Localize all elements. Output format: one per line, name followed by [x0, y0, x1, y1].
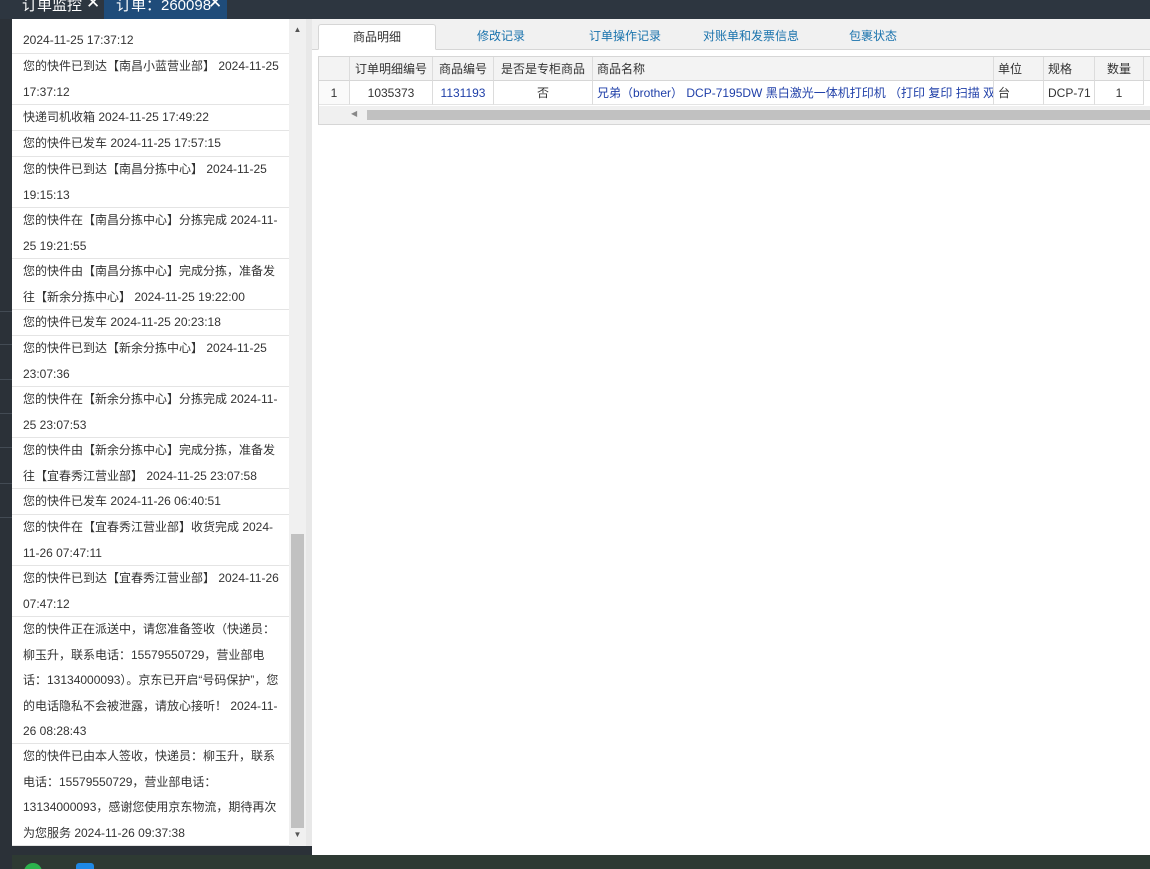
column-header-counter-product[interactable]: 是否是专柜商品 — [494, 57, 593, 81]
tab-order-monitor-label: 订单监控 — [22, 0, 83, 14]
left-sidebar-strip — [0, 19, 12, 855]
product-id-link[interactable]: 1131193 — [433, 81, 494, 105]
sidebar-divider — [0, 447, 12, 448]
list-item: 您的快件已到达【新余分拣中心】 2024-11-25 23:07:36 — [12, 336, 290, 387]
list-item: 您的快件已到达【南昌小蓝营业部】 2024-11-25 17:37:12 — [12, 54, 290, 105]
sidebar-divider — [0, 311, 12, 312]
sidebar-divider — [0, 379, 12, 380]
tab-product-details[interactable]: 商品明细 — [318, 24, 436, 50]
list-item: 您的快件由【新余分拣中心】完成分拣，准备发往【宜春秀江营业部】 2024-11-… — [12, 438, 290, 489]
column-header-product-id[interactable]: 商品编号 — [433, 57, 494, 81]
list-item: 您的快件由【南昌分拣中心】完成分拣，准备发往【新余分拣中心】 2024-11-2… — [12, 259, 290, 310]
list-item: 您的快件正在派送中，请您准备签收（快递员：柳玉升，联系电话：1557955072… — [12, 617, 290, 744]
sidebar-divider — [0, 517, 12, 518]
logistics-scrollbar[interactable]: ▲ ▼ — [289, 19, 306, 846]
table-horizontal-scrollbar[interactable]: ◀ — [319, 106, 1150, 124]
column-header-quantity[interactable]: 数量 — [1095, 57, 1144, 81]
scroll-up-icon[interactable]: ▲ — [289, 23, 306, 37]
list-item: 您的快件在【宜春秀江营业部】收货完成 2024-11-26 07:47:11 — [12, 515, 290, 566]
close-icon[interactable]: ✕ — [86, 0, 100, 11]
tab-statement-invoice[interactable]: 对账单和发票信息 — [686, 24, 816, 50]
tab-package-status[interactable]: 包裹状态 — [820, 24, 926, 50]
cell-spec: DCP-71 — [1044, 81, 1095, 105]
detail-tabs: 商品明细 修改记录 订单操作记录 对账单和发票信息 包裹状态 — [312, 19, 1150, 50]
cell-detail-id: 1035373 — [350, 81, 433, 105]
column-header-unit[interactable]: 单位 — [994, 57, 1044, 81]
sidebar-divider — [0, 483, 12, 484]
row-number: 1 — [319, 81, 350, 105]
scrollbar-thumb[interactable] — [367, 110, 1150, 120]
product-table: 订单明细编号 商品编号 是否是专柜商品 商品名称 单位 规格 数量 1 1035… — [318, 56, 1150, 125]
browser-app-icon[interactable] — [76, 863, 94, 869]
product-name-link[interactable]: 兄弟（brother） DCP-7195DW 黑白激光一体机打印机 （打印 复印… — [593, 81, 994, 105]
tab-order-operation-records[interactable]: 订单操作记录 — [566, 24, 684, 50]
cell-unit: 台 — [994, 81, 1044, 105]
column-header-filler — [1144, 57, 1150, 81]
column-header-index — [319, 57, 350, 81]
tab-modification-records[interactable]: 修改记录 — [442, 24, 560, 50]
list-item: 快递司机收箱 2024-11-25 17:49:22 — [12, 105, 290, 131]
cell-quantity: 1 — [1095, 81, 1144, 105]
list-item: 您的快件已发车 2024-11-25 17:57:15 — [12, 131, 290, 157]
scroll-down-icon[interactable]: ▼ — [289, 828, 306, 842]
sidebar-divider — [0, 344, 12, 345]
order-detail-content: 商品明细 修改记录 订单操作记录 对账单和发票信息 包裹状态 订单明细编号 商品… — [312, 19, 1150, 855]
tab-order-detail[interactable]: 订单：260098 ✕ — [104, 0, 227, 19]
close-icon[interactable]: ✕ — [208, 0, 222, 11]
tab-order-detail-label: 订单：260098 — [116, 0, 212, 14]
column-header-spec[interactable]: 规格 — [1044, 57, 1095, 81]
list-item: 您的快件已到达【南昌分拣中心】 2024-11-25 19:15:13 — [12, 157, 290, 208]
top-tab-bar: 订单监控 ✕ 订单：260098 ✕ — [0, 0, 1150, 19]
list-item: 您的快件已发车 2024-11-25 20:23:18 — [12, 310, 290, 336]
tab-order-monitor[interactable]: 订单监控 ✕ — [10, 0, 104, 19]
scrollbar-thumb[interactable] — [291, 534, 304, 828]
list-item: 您的快件已到达【宜春秀江营业部】 2024-11-26 07:47:12 — [12, 566, 290, 617]
list-item: 您的快件在【南昌分拣中心】分拣完成 2024-11-25 19:21:55 — [12, 208, 290, 259]
list-item: 您的快件在【新余分拣中心】分拣完成 2024-11-25 23:07:53 — [12, 387, 290, 438]
cell-counter-product: 否 — [494, 81, 593, 105]
list-item: 您的快件已发车 2024-11-26 06:40:51 — [12, 489, 290, 515]
column-header-detail-id[interactable]: 订单明细编号 — [350, 57, 433, 81]
list-item: 您的快件已由本人签收，快递员：柳玉升，联系电话：15579550729，营业部电… — [12, 744, 290, 846]
logistics-tracking-list: 2024-11-25 17:37:12 您的快件已到达【南昌小蓝营业部】 202… — [12, 19, 306, 846]
list-item: 2024-11-25 17:37:12 — [12, 28, 290, 54]
taskbar — [12, 855, 1150, 869]
scroll-left-icon[interactable]: ◀ — [351, 109, 357, 118]
column-header-product-name[interactable]: 商品名称 — [593, 57, 994, 81]
sidebar-divider — [0, 413, 12, 414]
chat-app-icon[interactable] — [24, 863, 42, 869]
